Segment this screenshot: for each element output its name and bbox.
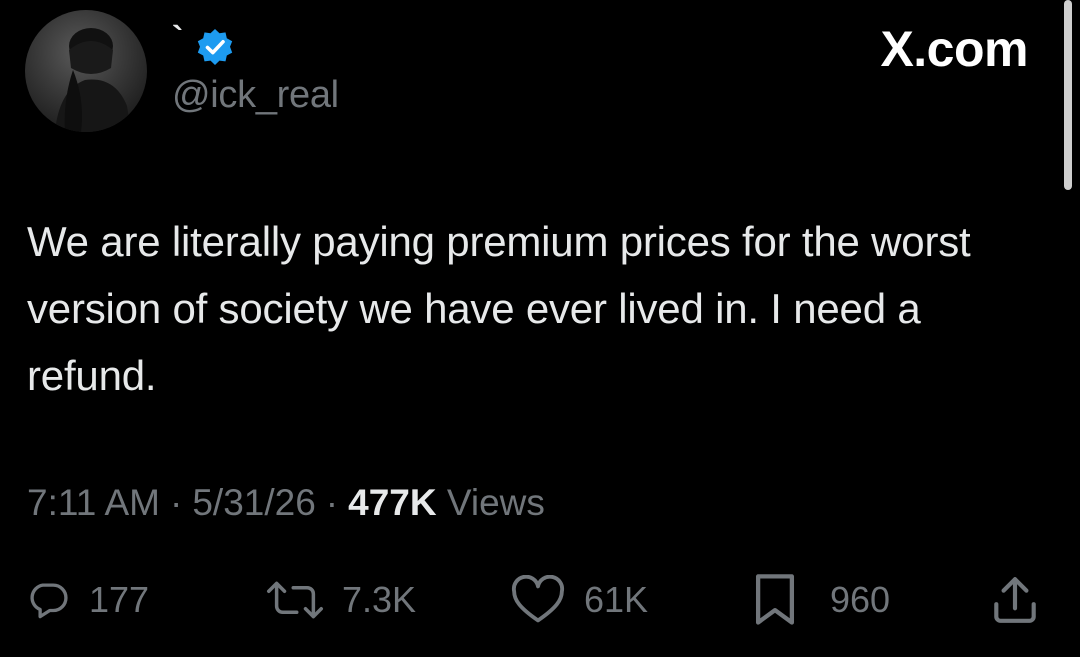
reply-icon [30,583,68,619]
tweet-meta: 7:11 AM · 5/31/26 · 477K Views [27,481,545,525]
action-bar: 177 7.3K 61K 960 [0,565,1080,635]
repost-button[interactable]: 7.3K [262,565,416,635]
avatar-silhouette [55,28,131,132]
tweet-date[interactable]: 5/31/26 [192,482,315,523]
repost-icon [267,581,323,619]
share-icon [994,577,1036,623]
reply-button[interactable]: 177 [27,565,149,635]
scrollbar[interactable] [1064,0,1072,190]
views-label: Views [446,482,545,523]
display-name[interactable]: ` [172,22,183,56]
like-button[interactable]: 61K [510,565,648,635]
site-logo: X.com [880,21,1028,77]
bookmark-button[interactable]: 960 [752,565,890,635]
share-button[interactable] [990,565,1040,635]
user-handle[interactable]: @ick_real [172,76,339,114]
verified-badge-icon [197,29,233,65]
tweet-text: We are literally paying premium prices f… [27,218,971,399]
like-count: 61K [584,579,649,620]
heart-icon [511,575,565,623]
avatar[interactable] [25,10,147,132]
tweet-screenshot: ` @ick_real X.com We are literally payin… [0,0,1080,657]
views-count[interactable]: 477K [348,482,436,523]
tweet-time[interactable]: 7:11 AM [27,482,160,523]
meta-separator: · [170,482,183,523]
reply-count: 177 [89,579,150,620]
repost-count: 7.3K [342,579,417,620]
meta-separator: · [325,482,339,523]
bookmark-icon [755,574,795,625]
bookmark-count: 960 [830,579,891,620]
